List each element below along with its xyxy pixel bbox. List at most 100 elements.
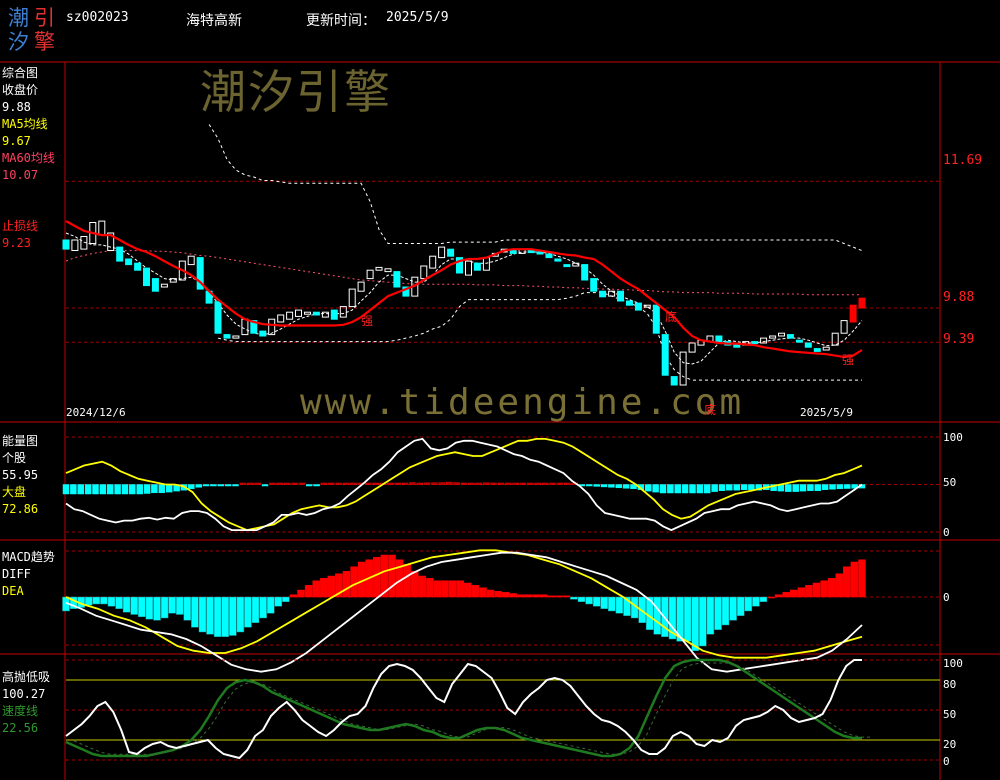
energy-bar [387,482,394,485]
candle [715,335,723,343]
energy-bar [328,482,335,485]
candle [375,266,383,271]
speed-line-label: 速度线 [2,704,39,718]
candle [652,304,660,334]
candle [214,301,222,334]
candle [769,335,777,339]
panel4-value: 100.27 [2,687,46,701]
date-left: 2024/12/6 [66,406,126,419]
candle [599,290,607,298]
energy-bar [165,484,173,493]
energy-bar [224,484,232,487]
candle [304,311,311,315]
energy-bar [726,484,733,491]
energy-bar [394,482,401,485]
logo-char-3: 汐 [8,30,29,54]
macd-bar [100,596,108,605]
watermark-url: www.tideengine.com [300,382,745,423]
energy-bar [239,482,247,485]
candle [366,269,374,280]
energy-bar [202,484,210,487]
macd-bar [122,596,131,613]
candle [831,332,839,346]
energy-bar [821,484,829,490]
candle [286,311,294,320]
candle [259,330,267,337]
energy-bar [70,484,77,495]
macd-bar [153,596,161,621]
macd-bar [547,595,555,598]
candle [473,262,481,271]
candle [98,220,106,236]
energy-bar [232,484,239,487]
candle [804,342,812,348]
energy-bar [541,482,549,485]
energy-bar [364,482,372,485]
candle [71,239,79,251]
energy-bar [114,484,121,495]
macd-bar [213,596,222,637]
close-value: 9.88 [2,100,31,114]
macd-bar [577,596,586,602]
macd-bar [729,596,737,621]
energy-bar [298,482,306,485]
axis-tick-11.69: 11.69 [943,153,983,168]
macd-bar [183,596,192,621]
macd-bar [130,596,138,615]
trend-line [65,220,863,359]
marker-bottom-1: 底 [665,310,678,324]
energy-bar [696,484,704,494]
candle [357,281,365,292]
macd-bar [426,578,434,598]
ma5-value: 9.67 [2,134,31,148]
axis-tick-9.88: 9.88 [943,290,975,305]
macd-bar [198,596,207,633]
macd-bar [479,587,487,598]
energy-bar [807,484,814,491]
macd-bar [858,559,866,598]
energy-bar [482,482,490,485]
energy-bar [217,484,225,487]
candle [822,346,830,351]
panel4-title: 高抛低吸 [2,670,51,684]
market-energy-value: 72.86 [2,502,39,516]
macd-bar [555,595,563,598]
macd-bar [683,596,692,642]
energy-bar [519,482,527,485]
energy-bar [468,482,475,485]
energy-bar [84,484,92,495]
candle [429,255,437,269]
macd-bar [509,593,518,598]
speed-line-value: 22.56 [2,721,39,735]
date-right: 2025/5/9 [800,406,853,419]
energy-bar [276,482,283,485]
energy-bar [659,484,667,494]
energy-bar [401,482,409,485]
macd-bar [266,596,275,614]
energy-bar [188,484,195,490]
axis2-tick-0: 0 [943,526,950,539]
candle [536,251,544,255]
candle [447,248,455,257]
energy-bar [62,484,70,495]
candle [321,311,329,318]
macd-bar [471,585,480,598]
energy-bar [799,484,807,492]
energy-bar [77,484,84,495]
candle [482,257,490,271]
energy-bar [622,484,630,489]
stock-energy-label: 个股 [2,451,27,465]
macd-bar [532,594,540,598]
macd-bar [289,594,298,598]
energy-bar [836,484,844,490]
macd-bar [843,566,851,598]
candle [563,264,571,268]
marker-strong-1: 强 [361,314,374,328]
candle [348,288,356,308]
stop-loss-value: 9.23 [2,236,31,250]
macd-bar [721,596,730,626]
energy-bar [261,484,269,487]
macd-bar [767,596,775,599]
energy-bar [844,484,851,489]
candle [160,283,168,288]
